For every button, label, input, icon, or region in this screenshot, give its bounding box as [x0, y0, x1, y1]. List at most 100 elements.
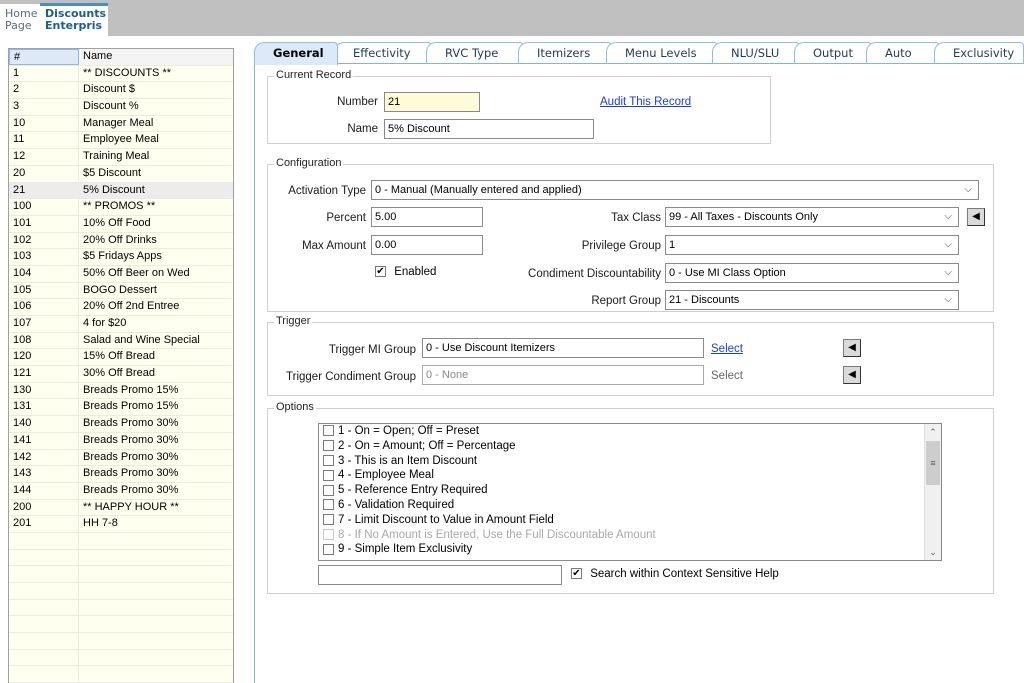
empty-table-row[interactable] [9, 549, 233, 567]
empty-cell [79, 633, 233, 649]
empty-table-row[interactable] [9, 616, 233, 634]
table-row[interactable]: 11 Employee Meal [9, 132, 233, 150]
tab-itemizers[interactable]: Itemizers [518, 42, 612, 64]
trigger-condiment-group-field[interactable]: 0 - None [422, 365, 704, 385]
option-item[interactable]: 5 - Reference Entry Required [319, 483, 941, 498]
trigger-legend: Trigger [274, 315, 313, 327]
enabled-checkbox[interactable]: ✔ Enabled [375, 266, 436, 278]
table-row[interactable]: 104 50% Off Beer on Wed [9, 265, 233, 283]
chevron-down-icon: ⌵ [944, 294, 952, 305]
table-row[interactable]: 105 BOGO Dessert [9, 282, 233, 300]
options-scrollbar[interactable]: ⌃ ≡ ⌄ [924, 424, 941, 560]
table-row[interactable]: 142 Breads Promo 30% [9, 449, 233, 467]
table-row[interactable]: 20 $5 Discount [9, 165, 233, 183]
table-row[interactable]: 2 Discount $ [9, 82, 233, 100]
tab-menu-levels[interactable]: Menu Levels [606, 42, 718, 64]
option-item[interactable]: 7 - Limit Discount to Value in Amount Fi… [319, 513, 941, 528]
option-item[interactable]: 4 - Employee Meal [319, 468, 941, 483]
trigger-mi-select-link[interactable]: Select [711, 343, 743, 355]
trigger-condiment-arrow-button[interactable]: ◀ [843, 366, 861, 384]
tax-class-select[interactable]: 99 - All Taxes - Discounts Only ⌵ [665, 207, 959, 227]
records-grid[interactable]: # Name 1 ** DISCOUNTS ** 2 Discount $ 3 Disco… [8, 48, 234, 683]
tab-exclusivity[interactable]: Exclusivity [934, 42, 1024, 64]
search-help-checkbox[interactable]: ✔ Search within Context Sensitive Help [571, 568, 779, 580]
tab-rvc-type[interactable]: RVC Type [426, 42, 524, 64]
table-row[interactable]: 100 ** PROMOS ** [9, 199, 233, 216]
option-item[interactable]: 3 - This is an Item Discount [319, 454, 941, 469]
tab-general[interactable]: General [254, 42, 338, 65]
table-row[interactable]: 131 Breads Promo 15% [9, 399, 233, 417]
table-row[interactable]: 201 HH 7-8 [9, 516, 233, 533]
trigger-mi-arrow-button[interactable]: ◀ [843, 339, 861, 357]
tab-auto[interactable]: Auto [866, 42, 940, 64]
trigger-mi-group-field[interactable]: 0 - Use Discount Itemizers [422, 338, 704, 358]
table-row[interactable]: 140 Breads Promo 30% [9, 416, 233, 433]
tab-nlu-slu[interactable]: NLU/SLU [712, 42, 800, 64]
table-row[interactable]: 144 Breads Promo 30% [9, 482, 233, 500]
chevron-down-icon: ⌵ [944, 211, 952, 222]
option-label: 6 - Validation Required [338, 498, 455, 511]
tab-effectivity[interactable]: Effectivity [334, 42, 432, 64]
table-row[interactable]: 12 Training Meal [9, 149, 233, 166]
empty-table-row[interactable] [9, 633, 233, 650]
trigger-mi-group-label: Trigger MI Group [328, 344, 416, 356]
report-group-select[interactable]: 21 - Discounts ⌵ [665, 290, 959, 310]
option-item[interactable]: 1 - On = Open; Off = Preset [319, 424, 941, 439]
table-row[interactable]: 1 ** DISCOUNTS ** [9, 65, 233, 83]
table-row[interactable]: 102 20% Off Drinks [9, 232, 233, 250]
empty-table-row[interactable] [9, 566, 233, 583]
table-row[interactable]: 107 4 for $20 [9, 316, 233, 333]
max-amount-field[interactable]: 0.00 [371, 235, 483, 255]
table-row[interactable]: 130 Breads Promo 15% [9, 382, 233, 400]
scroll-thumb[interactable]: ≡ [926, 441, 940, 485]
option-checkbox[interactable] [323, 514, 334, 526]
percent-field[interactable]: 5.00 [371, 207, 483, 227]
doc-tab-discounts[interactable]: Discounts Enterpris [40, 3, 108, 36]
table-row[interactable]: 141 Breads Promo 30% [9, 432, 233, 450]
option-checkbox[interactable] [323, 440, 334, 452]
scroll-up-icon[interactable]: ⌃ [925, 424, 941, 440]
option-checkbox[interactable] [323, 455, 334, 467]
table-row[interactable]: 121 30% Off Bread [9, 366, 233, 383]
empty-table-row[interactable] [9, 599, 233, 617]
table-row[interactable]: 143 Breads Promo 30% [9, 466, 233, 483]
tax-class-arrow-button[interactable]: ◀ [967, 208, 985, 226]
options-checklist[interactable]: 1 - On = Open; Off = Preset 2 - On = Amou… [318, 423, 942, 561]
option-item[interactable]: 6 - Validation Required [319, 498, 941, 513]
table-row[interactable]: 3 Discount % [9, 99, 233, 116]
table-row[interactable]: 108 Salad and Wine Special [9, 332, 233, 350]
table-row[interactable]: 200 ** HAPPY HOUR ** [9, 499, 233, 517]
option-item[interactable]: 9 - Simple Item Exclusivity [319, 542, 941, 557]
empty-table-row[interactable] [9, 532, 233, 550]
table-row[interactable]: 106 20% Off 2nd Entree [9, 299, 233, 316]
option-item[interactable]: 2 - On = Amount; Off = Percentage [319, 439, 941, 454]
activation-type-select[interactable]: 0 - Manual (Manually entered and applied… [371, 180, 979, 200]
privilege-group-select[interactable]: 1 ⌵ [665, 235, 959, 255]
empty-table-row[interactable] [9, 583, 233, 600]
report-group-value: 21 - Discounts [669, 294, 740, 306]
option-checkbox[interactable] [323, 469, 334, 481]
tab-output[interactable]: Output [794, 42, 872, 64]
options-search-input[interactable] [318, 565, 562, 585]
option-checkbox[interactable] [323, 425, 334, 437]
option-checkbox[interactable] [323, 499, 334, 511]
report-group-label: Report Group [591, 295, 661, 307]
table-row[interactable]: 10 Manager Meal [9, 115, 233, 133]
scroll-down-icon[interactable]: ⌄ [925, 544, 941, 560]
audit-this-record-link[interactable]: Audit This Record [600, 96, 691, 108]
name-field[interactable]: 5% Discount [384, 119, 594, 139]
option-checkbox[interactable] [323, 543, 334, 555]
condiment-discountability-select[interactable]: 0 - Use MI Class Option ⌵ [665, 263, 959, 283]
column-header-name[interactable]: Name [79, 49, 233, 65]
table-row[interactable]: 120 15% Off Bread [9, 349, 233, 367]
empty-table-row[interactable] [9, 666, 233, 683]
table-row[interactable]: 21 5% Discount [9, 182, 233, 200]
row-number: 12 [9, 149, 79, 165]
table-row[interactable]: 101 10% Off Food [9, 215, 233, 233]
number-field[interactable]: 21 [384, 92, 480, 112]
table-row[interactable]: 103 $5 Fridays Apps [9, 249, 233, 266]
empty-table-row[interactable] [9, 649, 233, 667]
column-header-number[interactable]: # [9, 49, 79, 65]
doc-tab-home-page[interactable]: Home Page [0, 4, 40, 36]
option-checkbox[interactable] [323, 484, 334, 496]
